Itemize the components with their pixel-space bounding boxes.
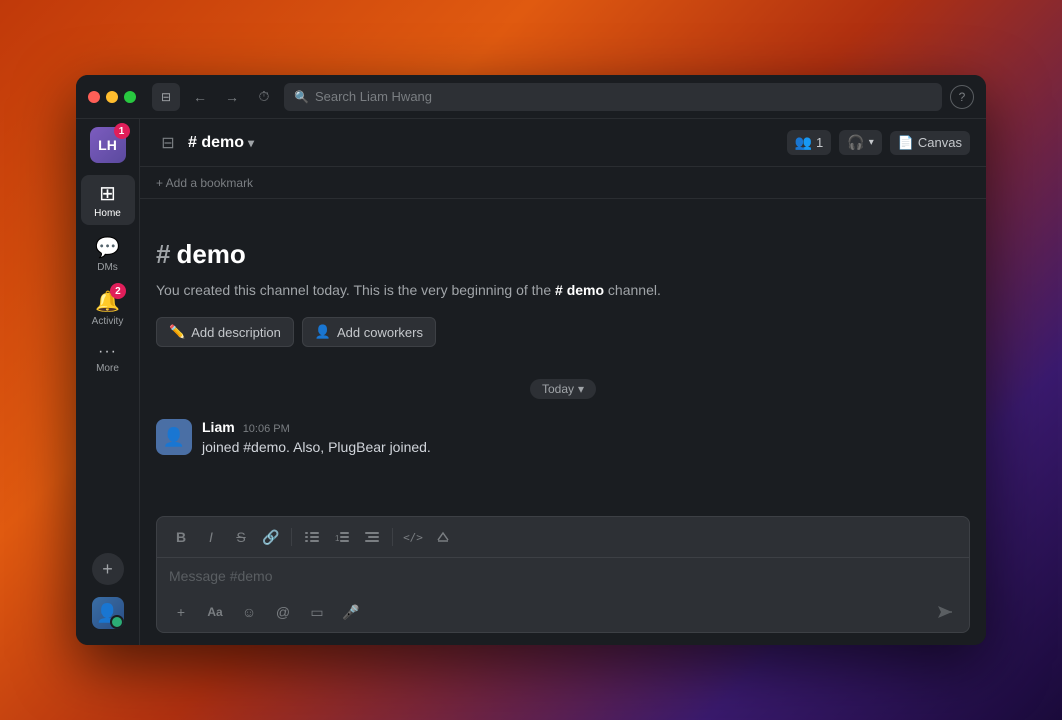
sidebar-item-dms[interactable]: 💬 DMs [81,229,135,279]
bullet-list-button[interactable] [298,523,326,551]
sidebar-item-more[interactable]: ··· More [81,337,135,380]
sidebar-toggle-icon[interactable]: ⊟ [156,131,180,155]
history-button[interactable]: ⏱ [252,85,276,109]
link-button[interactable]: 🔗 [257,523,285,551]
search-icon: 🔍 [294,90,309,104]
ordered-list-icon: 1. [335,530,349,544]
input-toolbar: B I S 🔗 [157,517,969,558]
channel-intro-title: # demo [156,239,970,270]
close-button[interactable] [88,91,100,103]
notification-badge: 1 [114,123,130,139]
message-input-area: B I S 🔗 [140,508,986,645]
ordered-list-button[interactable]: 1. [328,523,356,551]
date-chevron-icon: ▾ [578,382,584,396]
date-pill[interactable]: Today ▾ [530,379,596,399]
more-icon: ··· [98,343,117,361]
add-coworkers-button[interactable]: 👤 Add coworkers [302,317,436,347]
search-bar[interactable]: 🔍 Search Liam Hwang [284,83,942,111]
member-count-button[interactable]: 👥 1 [787,130,832,155]
message-time: 10:06 PM [243,423,290,435]
message: 👤 Liam 10:06 PM joined #demo. Also, Plug… [156,415,970,466]
message-author: Liam [202,419,235,435]
add-bookmark-button[interactable]: + Add a bookmark [156,176,253,190]
minimize-button[interactable] [106,91,118,103]
send-icon [936,603,954,621]
app-window: ⊟ ← → ⏱ 🔍 Search Liam Hwang ? LH 1 ⊞ [76,75,986,645]
message-avatar: 👤 [156,419,192,455]
sidebar-item-activity-label: Activity [92,316,124,327]
sidebar-toggle-titlebar[interactable]: ⊟ [152,83,180,111]
traffic-lights [88,91,136,103]
sidebar: LH 1 ⊞ Home 💬 DMs 🔔 2 Activity ··· M [76,119,140,645]
add-description-button[interactable]: ✏️ Add description [156,317,294,347]
send-button[interactable] [931,598,959,626]
huddle-chevron: ▾ [869,137,874,148]
channel-intro: # demo You created this channel today. T… [156,219,970,363]
forward-button[interactable]: → [220,85,244,109]
mention-button[interactable]: @ [269,598,297,626]
message-input-box: B I S 🔗 [156,516,970,633]
emoji-button[interactable]: ☺ [235,598,263,626]
header-actions: 👥 1 🎧 ▾ 📄 Canvas [787,130,970,155]
canvas-button[interactable]: 📄 Canvas [890,131,970,155]
activity-badge: 2 [110,283,126,299]
toolbar-divider-2 [392,528,393,546]
attach-button[interactable]: + [167,598,195,626]
more-formatting-icon [436,530,450,544]
strikethrough-button[interactable]: S [227,523,255,551]
channel-area: ⊟ # demo ▾ 👥 1 🎧 ▾ 📄 [140,119,986,645]
activity-icon: 🔔 2 [95,289,120,314]
titlebar: ⊟ ← → ⏱ 🔍 Search Liam Hwang ? [76,75,986,119]
input-field-row[interactable]: Message #demo [157,558,969,594]
more-formatting-button[interactable] [429,523,457,551]
sidebar-item-home[interactable]: ⊞ Home [81,175,135,225]
members-icon: 👥 [795,134,812,151]
bold-button[interactable]: B [167,523,195,551]
channel-name[interactable]: # demo ▾ [188,134,254,152]
message-content: Liam 10:06 PM joined #demo. Also, PlugBe… [202,419,970,458]
home-icon: ⊞ [99,181,116,206]
canvas-icon: 📄 [898,135,914,151]
text-format-button[interactable]: Aa [201,598,229,626]
italic-button[interactable]: I [197,523,225,551]
channel-header: ⊟ # demo ▾ 👥 1 🎧 ▾ 📄 [140,119,986,167]
channel-content: # demo You created this channel today. T… [140,199,986,508]
input-footer: + Aa ☺ @ ▭ 🎤 [157,594,969,632]
clip-button[interactable]: ▭ [303,598,331,626]
toolbar-divider-1 [291,528,292,546]
indent-icon [365,530,379,544]
channel-actions: ✏️ Add description 👤 Add coworkers [156,317,970,347]
user-avatar[interactable]: LH 1 [90,127,126,163]
maximize-button[interactable] [124,91,136,103]
add-workspace-button[interactable]: + [92,553,124,585]
date-divider: Today ▾ [156,379,970,399]
mic-button[interactable]: 🎤 [337,598,365,626]
message-header: Liam 10:06 PM [202,419,970,435]
help-button[interactable]: ? [950,85,974,109]
headphone-icon: 🎧 [847,134,864,151]
input-placeholder[interactable]: Message #demo [169,568,957,584]
bookmark-bar: + Add a bookmark [140,167,986,199]
sidebar-item-home-label: Home [94,208,121,219]
channel-dropdown-icon: ▾ [248,136,254,150]
bullet-list-icon [305,530,319,544]
back-button[interactable]: ← [188,85,212,109]
dms-icon: 💬 [95,235,120,260]
channel-intro-text: You created this channel today. This is … [156,280,970,301]
user-profile-avatar[interactable]: 👤 [92,597,124,629]
add-person-icon: 👤 [315,324,331,340]
sidebar-item-dms-label: DMs [97,262,118,273]
description-icon: ✏️ [169,324,185,340]
indent-button[interactable] [358,523,386,551]
code-button[interactable]: </> [399,523,427,551]
sidebar-item-activity[interactable]: 🔔 2 Activity [81,283,135,333]
message-text: joined #demo. Also, PlugBear joined. [202,437,970,458]
main-layout: LH 1 ⊞ Home 💬 DMs 🔔 2 Activity ··· M [76,119,986,645]
huddle-button[interactable]: 🎧 ▾ [839,130,881,155]
sidebar-item-more-label: More [96,363,119,374]
